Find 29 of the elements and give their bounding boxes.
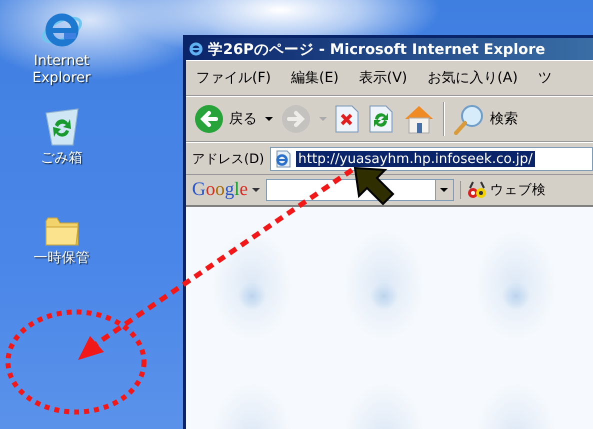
window-title: 学26Pのページ - Microsoft Internet Explore bbox=[208, 40, 546, 58]
refresh-icon bbox=[369, 105, 393, 133]
stop-icon bbox=[335, 105, 359, 133]
desktop-icon-label[interactable]: 一時保管 bbox=[22, 250, 102, 267]
back-button[interactable]: 戻る bbox=[192, 104, 259, 134]
binoculars-icon bbox=[466, 181, 487, 199]
address-label: アドレス(D) bbox=[192, 150, 264, 168]
refresh-button[interactable] bbox=[367, 105, 395, 133]
caret-icon[interactable] bbox=[265, 117, 273, 121]
menu-item[interactable]: お気に入り(A) bbox=[427, 67, 518, 89]
cursor-arrow-icon bbox=[354, 166, 394, 206]
search-icon bbox=[453, 103, 485, 135]
web-search-button[interactable]: ウェブ検 bbox=[460, 181, 546, 199]
menu-item[interactable]: 編集(E) bbox=[290, 67, 339, 89]
stop-button[interactable] bbox=[333, 105, 361, 133]
folder-icon bbox=[44, 215, 80, 247]
desktop-icon-label[interactable]: Internet Explorer bbox=[22, 53, 102, 87]
menu-item[interactable]: 表示(V) bbox=[358, 67, 408, 89]
house-icon bbox=[403, 104, 435, 134]
search-button[interactable]: 検索 bbox=[451, 103, 520, 135]
menu-item[interactable]: ツ bbox=[538, 67, 552, 89]
desktop-icon-label[interactable]: ごみ箱 bbox=[22, 150, 102, 167]
address-field[interactable]: http://yuasayhm.hp.infoseek.co.jp/ bbox=[270, 146, 593, 170]
google-logo[interactable]: Google bbox=[192, 179, 260, 201]
e-logo-icon bbox=[188, 41, 204, 57]
url-text: http://yuasayhm.hp.infoseek.co.jp/ bbox=[296, 150, 535, 166]
dropdown-button[interactable] bbox=[434, 180, 453, 200]
page-icon bbox=[274, 150, 292, 168]
menu-item[interactable]: ファイル(F) bbox=[196, 67, 271, 89]
